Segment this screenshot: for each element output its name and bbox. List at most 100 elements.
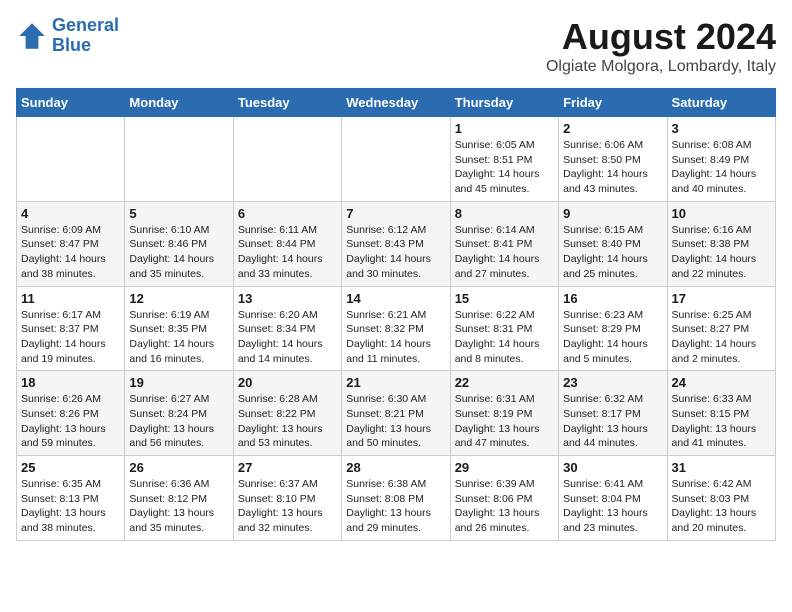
day-number: 21 [346, 375, 445, 390]
day-number: 2 [563, 121, 662, 136]
title-area: August 2024 Olgiate Molgora, Lombardy, I… [546, 16, 776, 76]
weekday-header-wednesday: Wednesday [342, 89, 450, 117]
weekday-header-thursday: Thursday [450, 89, 558, 117]
day-detail: Sunrise: 6:28 AM Sunset: 8:22 PM Dayligh… [238, 392, 337, 451]
calendar-cell [342, 117, 450, 202]
calendar-cell: 27 Sunrise: 6:37 AM Sunset: 8:10 PM Dayli… [233, 456, 341, 541]
calendar-week-row-4: 25Sunrise: 6:35 AM Sunset: 8:13 PM Dayli… [17, 456, 776, 541]
day-detail: Sunrise: 6:41 AM Sunset: 8:04 PM Dayligh… [563, 477, 662, 536]
day-detail: Sunrise: 6:14 AM Sunset: 8:41 PM Dayligh… [455, 223, 554, 282]
day-number: 7 [346, 206, 445, 221]
day-number: 4 [21, 206, 120, 221]
day-detail: Sunrise: 6:19 AM Sunset: 8:35 PM Dayligh… [129, 308, 228, 367]
day-detail: Sunrise: 6:17 AM Sunset: 8:37 PM Dayligh… [21, 308, 120, 367]
logo-text: General Blue [52, 16, 119, 56]
page-header: General Blue August 2024 Olgiate Molgora… [16, 16, 776, 76]
logo-icon [16, 20, 48, 52]
day-number: 9 [563, 206, 662, 221]
calendar-cell: 23Sunrise: 6:32 AM Sunset: 8:17 PM Dayli… [559, 371, 667, 456]
day-number: 22 [455, 375, 554, 390]
day-detail: Sunrise: 6:37 AM Sunset: 8:10 PM Dayligh… [238, 477, 337, 536]
day-detail: Sunrise: 6:25 AM Sunset: 8:27 PM Dayligh… [672, 308, 771, 367]
calendar-cell: 13Sunrise: 6:20 AM Sunset: 8:34 PM Dayli… [233, 286, 341, 371]
calendar-week-row-1: 4 Sunrise: 6:09 AM Sunset: 8:47 PM Daylig… [17, 201, 776, 286]
calendar-cell: 5Sunrise: 6:10 AM Sunset: 8:46 PM Daylig… [125, 201, 233, 286]
day-number: 25 [21, 460, 120, 475]
day-detail: Sunrise: 6:23 AM Sunset: 8:29 PM Dayligh… [563, 308, 662, 367]
day-detail: Sunrise: 6:26 AM Sunset: 8:26 PM Dayligh… [21, 392, 120, 451]
calendar-cell: 28Sunrise: 6:38 AM Sunset: 8:08 PM Dayli… [342, 456, 450, 541]
day-detail: Sunrise: 6:21 AM Sunset: 8:32 PM Dayligh… [346, 308, 445, 367]
day-number: 24 [672, 375, 771, 390]
calendar-cell: 2 Sunrise: 6:06 AM Sunset: 8:50 PM Daylig… [559, 117, 667, 202]
day-number: 6 [238, 206, 337, 221]
day-number: 23 [563, 375, 662, 390]
day-detail: Sunrise: 6:42 AM Sunset: 8:03 PM Dayligh… [672, 477, 771, 536]
weekday-header-tuesday: Tuesday [233, 89, 341, 117]
day-number: 8 [455, 206, 554, 221]
day-number: 1 [455, 121, 554, 136]
calendar-cell: 7 Sunrise: 6:12 AM Sunset: 8:43 PM Daylig… [342, 201, 450, 286]
calendar-cell: 6 Sunrise: 6:11 AM Sunset: 8:44 PM Daylig… [233, 201, 341, 286]
day-detail: Sunrise: 6:06 AM Sunset: 8:50 PM Dayligh… [563, 138, 662, 197]
calendar-cell: 16 Sunrise: 6:23 AM Sunset: 8:29 PM Dayli… [559, 286, 667, 371]
day-number: 30 [563, 460, 662, 475]
calendar-cell: 19 Sunrise: 6:27 AM Sunset: 8:24 PM Dayli… [125, 371, 233, 456]
day-number: 18 [21, 375, 120, 390]
weekday-header-friday: Friday [559, 89, 667, 117]
calendar-cell: 12 Sunrise: 6:19 AM Sunset: 8:35 PM Dayli… [125, 286, 233, 371]
weekday-header-sunday: Sunday [17, 89, 125, 117]
day-number: 27 [238, 460, 337, 475]
calendar-cell [233, 117, 341, 202]
calendar-week-row-3: 18 Sunrise: 6:26 AM Sunset: 8:26 PM Dayli… [17, 371, 776, 456]
calendar-cell [17, 117, 125, 202]
day-detail: Sunrise: 6:11 AM Sunset: 8:44 PM Dayligh… [238, 223, 337, 282]
day-detail: Sunrise: 6:33 AM Sunset: 8:15 PM Dayligh… [672, 392, 771, 451]
day-number: 13 [238, 291, 337, 306]
calendar-cell: 20 Sunrise: 6:28 AM Sunset: 8:22 PM Dayli… [233, 371, 341, 456]
subtitle: Olgiate Molgora, Lombardy, Italy [546, 58, 776, 76]
day-number: 19 [129, 375, 228, 390]
day-number: 16 [563, 291, 662, 306]
day-detail: Sunrise: 6:31 AM Sunset: 8:19 PM Dayligh… [455, 392, 554, 451]
calendar-week-row-2: 11 Sunrise: 6:17 AM Sunset: 8:37 PM Dayli… [17, 286, 776, 371]
day-detail: Sunrise: 6:30 AM Sunset: 8:21 PM Dayligh… [346, 392, 445, 451]
main-title: August 2024 [546, 16, 776, 58]
calendar-cell: 14 Sunrise: 6:21 AM Sunset: 8:32 PM Dayli… [342, 286, 450, 371]
calendar-cell: 4 Sunrise: 6:09 AM Sunset: 8:47 PM Daylig… [17, 201, 125, 286]
calendar-cell: 29Sunrise: 6:39 AM Sunset: 8:06 PM Dayli… [450, 456, 558, 541]
weekday-header-saturday: Saturday [667, 89, 775, 117]
calendar-cell: 30 Sunrise: 6:41 AM Sunset: 8:04 PM Dayli… [559, 456, 667, 541]
day-number: 10 [672, 206, 771, 221]
day-number: 15 [455, 291, 554, 306]
day-detail: Sunrise: 6:39 AM Sunset: 8:06 PM Dayligh… [455, 477, 554, 536]
weekday-header-monday: Monday [125, 89, 233, 117]
day-detail: Sunrise: 6:09 AM Sunset: 8:47 PM Dayligh… [21, 223, 120, 282]
calendar-cell: 22 Sunrise: 6:31 AM Sunset: 8:19 PM Dayli… [450, 371, 558, 456]
day-number: 14 [346, 291, 445, 306]
calendar-cell: 15 Sunrise: 6:22 AM Sunset: 8:31 PM Dayli… [450, 286, 558, 371]
calendar-cell: 18 Sunrise: 6:26 AM Sunset: 8:26 PM Dayli… [17, 371, 125, 456]
calendar-table: SundayMondayTuesdayWednesdayThursdayFrid… [16, 88, 776, 541]
day-detail: Sunrise: 6:10 AM Sunset: 8:46 PM Dayligh… [129, 223, 228, 282]
calendar-cell: 25Sunrise: 6:35 AM Sunset: 8:13 PM Dayli… [17, 456, 125, 541]
calendar-cell: 24 Sunrise: 6:33 AM Sunset: 8:15 PM Dayli… [667, 371, 775, 456]
day-detail: Sunrise: 6:12 AM Sunset: 8:43 PM Dayligh… [346, 223, 445, 282]
calendar-cell: 9 Sunrise: 6:15 AM Sunset: 8:40 PM Daylig… [559, 201, 667, 286]
calendar-cell: 11 Sunrise: 6:17 AM Sunset: 8:37 PM Dayli… [17, 286, 125, 371]
day-number: 20 [238, 375, 337, 390]
weekday-header-row: SundayMondayTuesdayWednesdayThursdayFrid… [17, 89, 776, 117]
day-number: 12 [129, 291, 228, 306]
calendar-cell: 8 Sunrise: 6:14 AM Sunset: 8:41 PM Daylig… [450, 201, 558, 286]
day-number: 31 [672, 460, 771, 475]
day-detail: Sunrise: 6:36 AM Sunset: 8:12 PM Dayligh… [129, 477, 228, 536]
day-detail: Sunrise: 6:38 AM Sunset: 8:08 PM Dayligh… [346, 477, 445, 536]
calendar-cell: 17Sunrise: 6:25 AM Sunset: 8:27 PM Dayli… [667, 286, 775, 371]
calendar-cell: 21 Sunrise: 6:30 AM Sunset: 8:21 PM Dayli… [342, 371, 450, 456]
day-detail: Sunrise: 6:15 AM Sunset: 8:40 PM Dayligh… [563, 223, 662, 282]
day-detail: Sunrise: 6:22 AM Sunset: 8:31 PM Dayligh… [455, 308, 554, 367]
logo: General Blue [16, 16, 119, 56]
day-number: 11 [21, 291, 120, 306]
day-detail: Sunrise: 6:27 AM Sunset: 8:24 PM Dayligh… [129, 392, 228, 451]
day-number: 26 [129, 460, 228, 475]
